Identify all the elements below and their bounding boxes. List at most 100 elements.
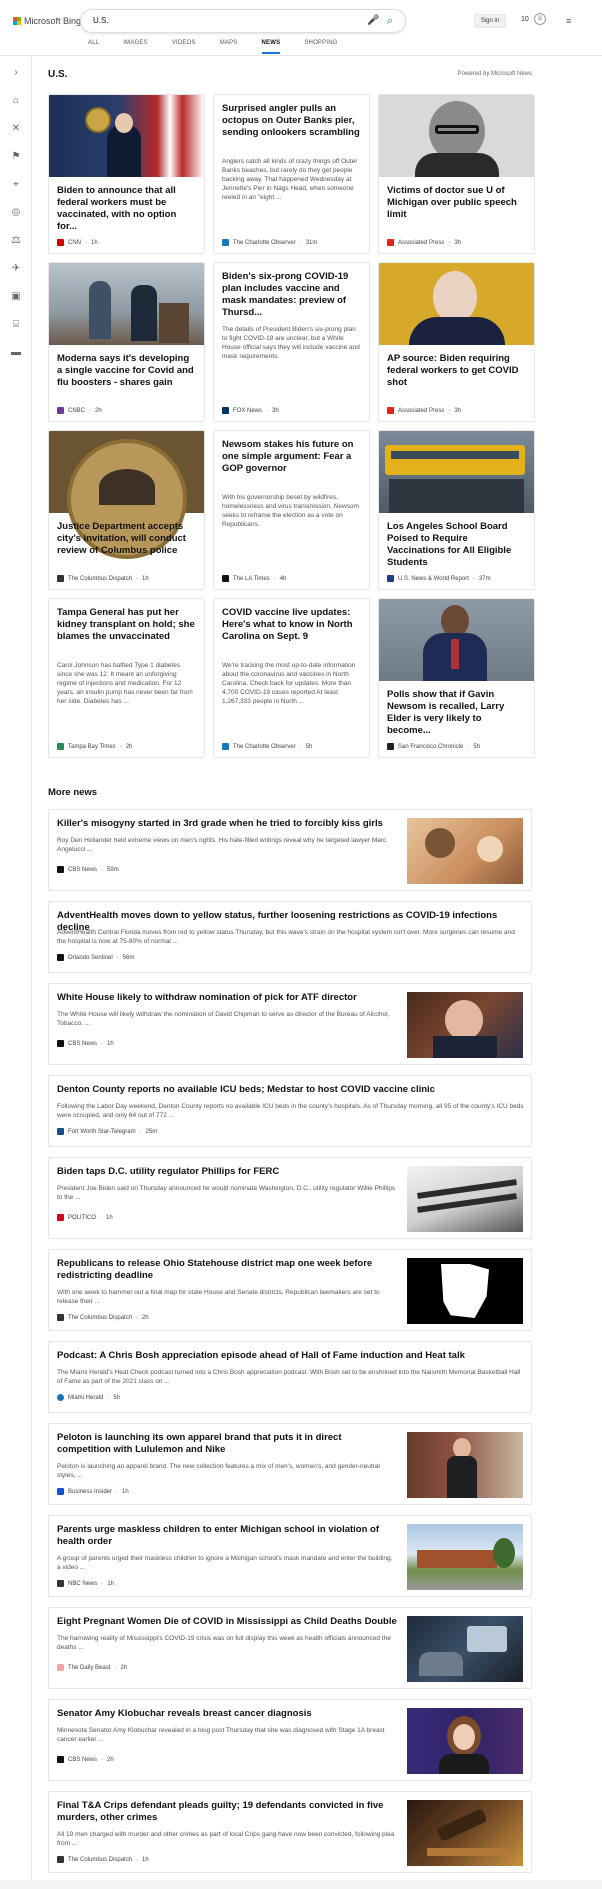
card-description: With his governorship beset by wildfires… bbox=[222, 494, 359, 528]
list-item[interactable]: Denton County reports no available ICU b… bbox=[48, 1075, 532, 1147]
search-input[interactable]: U.S. bbox=[93, 16, 109, 25]
list-item-source[interactable]: CBS News · 59m bbox=[57, 866, 119, 873]
rewards-count[interactable]: 10 bbox=[521, 16, 529, 23]
list-item-title[interactable]: Podcast: A Chris Bosh appreciation episo… bbox=[57, 1350, 517, 1362]
list-item-source[interactable]: The Daily Beast · 2h bbox=[57, 1664, 127, 1671]
tab-maps[interactable]: MAPS bbox=[220, 40, 238, 54]
news-card[interactable]: Surprised angler pulls an octopus on Out… bbox=[213, 94, 370, 254]
list-item[interactable]: Killer's misogyny started in 3rd grade w… bbox=[48, 809, 532, 891]
card-title[interactable]: Tampa General has put her kidney transpl… bbox=[57, 607, 197, 655]
card-source[interactable]: Associated Press · 3h bbox=[387, 407, 461, 414]
flag-icon[interactable]: ⚑ bbox=[9, 150, 23, 164]
card-title[interactable]: COVID vaccine live updates: Here's what … bbox=[222, 607, 362, 655]
card-title[interactable]: AP source: Biden requiring federal worke… bbox=[387, 353, 527, 401]
card-title[interactable]: Surprised angler pulls an octopus on Out… bbox=[222, 103, 362, 151]
card-source[interactable]: The Columbus Dispatch · 1h bbox=[57, 575, 149, 582]
news-card[interactable]: COVID vaccine live updates: Here's what … bbox=[213, 598, 370, 758]
microphone-icon[interactable]: 🎤 bbox=[367, 15, 379, 27]
card-icon[interactable]: ▬ bbox=[9, 346, 23, 360]
globe-icon[interactable]: ◎ bbox=[9, 206, 23, 220]
list-item-source[interactable]: The Columbus Dispatch · 2h bbox=[57, 1314, 149, 1321]
card-source[interactable]: CNN · 1h bbox=[57, 239, 98, 246]
rocket-icon[interactable]: ✈ bbox=[9, 262, 23, 276]
business-insider-logo-icon bbox=[57, 1488, 64, 1495]
news-card[interactable]: Justice Department accepts city's invita… bbox=[48, 430, 205, 590]
news-card[interactable]: Biden to announce that all federal worke… bbox=[48, 94, 205, 254]
list-item[interactable]: Peloton is launching its own apparel bra… bbox=[48, 1423, 532, 1505]
list-item-title[interactable]: Parents urge maskless children to enter … bbox=[57, 1524, 397, 1548]
home-icon[interactable]: ⌂ bbox=[9, 94, 23, 108]
search-box[interactable]: U.S. 🎤 ⌕ bbox=[80, 9, 406, 33]
list-item-title[interactable]: Peloton is launching its own apparel bra… bbox=[57, 1432, 397, 1456]
expand-chevron-icon[interactable]: › bbox=[9, 66, 23, 80]
list-item-source[interactable]: Business Insider · 1h bbox=[57, 1488, 129, 1495]
sign-in-button[interactable]: Sign in bbox=[474, 14, 506, 28]
list-item-source[interactable]: CBS News · 1h bbox=[57, 1040, 114, 1047]
location-icon[interactable]: ⌖ bbox=[9, 178, 23, 192]
card-source[interactable]: San Francisco Chronicle · 5h bbox=[387, 743, 480, 750]
bank-icon[interactable]: ⌸ bbox=[9, 318, 23, 332]
list-item-source[interactable]: Miami Herald · 5h bbox=[57, 1394, 120, 1401]
list-item[interactable]: Senator Amy Klobuchar reveals breast can… bbox=[48, 1699, 532, 1781]
list-item-title[interactable]: Biden taps D.C. utility regulator Philli… bbox=[57, 1166, 407, 1178]
news-card[interactable]: Polls show that if Gavin Newsom is recal… bbox=[378, 598, 535, 758]
list-item-source[interactable]: The Columbus Dispatch · 1h bbox=[57, 1856, 149, 1863]
card-title[interactable]: Los Angeles School Board Poised to Requi… bbox=[387, 521, 527, 569]
list-item-title[interactable]: White House likely to withdraw nominatio… bbox=[57, 992, 407, 1004]
news-card[interactable]: AP source: Biden requiring federal worke… bbox=[378, 262, 535, 422]
search-icon[interactable]: ⌕ bbox=[383, 14, 397, 28]
card-source[interactable]: FOX News · 3h bbox=[222, 407, 279, 414]
card-source[interactable]: The Charlotte Observer · 5h bbox=[222, 743, 312, 750]
list-item[interactable]: Eight Pregnant Women Die of COVID in Mis… bbox=[48, 1607, 532, 1689]
card-source[interactable]: Tampa Bay Times · 2h bbox=[57, 743, 132, 750]
list-item-title[interactable]: Denton County reports no available ICU b… bbox=[57, 1084, 517, 1096]
scales-icon[interactable]: ⚖ bbox=[9, 234, 23, 248]
card-source[interactable]: U.S. News & World Report · 37m bbox=[387, 575, 491, 582]
card-source[interactable]: The LA Times · 4h bbox=[222, 575, 286, 582]
list-item-title[interactable]: Eight Pregnant Women Die of COVID in Mis… bbox=[57, 1616, 407, 1628]
list-item[interactable]: Podcast: A Chris Bosh appreciation episo… bbox=[48, 1341, 532, 1413]
trending-icon[interactable]: ✕ bbox=[9, 122, 23, 136]
card-title[interactable]: Moderna says it's developing a single va… bbox=[57, 353, 197, 401]
news-card[interactable]: Moderna says it's developing a single va… bbox=[48, 262, 205, 422]
news-card[interactable]: Victims of doctor sue U of Michigan over… bbox=[378, 94, 535, 254]
news-card[interactable]: Los Angeles School Board Poised to Requi… bbox=[378, 430, 535, 590]
tab-all[interactable]: ALL bbox=[88, 40, 99, 54]
list-item[interactable]: Final T&A Crips defendant pleads guilty;… bbox=[48, 1791, 532, 1873]
list-item[interactable]: Biden taps D.C. utility regulator Philli… bbox=[48, 1157, 532, 1239]
list-item[interactable]: White House likely to withdraw nominatio… bbox=[48, 983, 532, 1065]
list-item-title[interactable]: Killer's misogyny started in 3rd grade w… bbox=[57, 818, 407, 830]
card-title[interactable]: Victims of doctor sue U of Michigan over… bbox=[387, 185, 527, 233]
list-item-source[interactable]: Orlando Sentinel · 56m bbox=[57, 954, 134, 961]
card-title[interactable]: Justice Department accepts city's invita… bbox=[57, 521, 197, 569]
card-title[interactable]: Biden to announce that all federal worke… bbox=[57, 185, 197, 233]
rewards-trophy-icon[interactable]: ♕ bbox=[534, 13, 546, 25]
list-item-source[interactable]: POLITICO · 1h bbox=[57, 1214, 113, 1221]
list-item-source[interactable]: Fort Worth Star-Telegram · 25m bbox=[57, 1128, 157, 1135]
tab-shopping[interactable]: SHOPPING bbox=[304, 40, 337, 54]
tab-videos[interactable]: VIDEOS bbox=[172, 40, 196, 54]
card-title[interactable]: Biden's six-prong COVID-19 plan includes… bbox=[222, 271, 362, 319]
list-item[interactable]: Parents urge maskless children to enter … bbox=[48, 1515, 532, 1597]
tab-images[interactable]: IMAGES bbox=[123, 40, 148, 54]
list-item-source[interactable]: CBS News · 2h bbox=[57, 1756, 114, 1763]
list-item[interactable]: AdventHealth moves down to yellow status… bbox=[48, 901, 532, 973]
list-item-title[interactable]: Senator Amy Klobuchar reveals breast can… bbox=[57, 1708, 407, 1720]
news-card[interactable]: Biden's six-prong COVID-19 plan includes… bbox=[213, 262, 370, 422]
tab-news[interactable]: NEWS bbox=[261, 40, 281, 54]
list-item[interactable]: Republicans to release Ohio Statehouse d… bbox=[48, 1249, 532, 1331]
card-source[interactable]: Associated Press · 3h bbox=[387, 239, 461, 246]
card-title[interactable]: Polls show that if Gavin Newsom is recal… bbox=[387, 689, 527, 737]
bing-logo[interactable]: Microsoft Bing bbox=[13, 16, 81, 26]
news-card[interactable]: Newsom stakes his future on one simple a… bbox=[213, 430, 370, 590]
list-item-title[interactable]: Final T&A Crips defendant pleads guilty;… bbox=[57, 1800, 397, 1824]
hamburger-menu-icon[interactable]: ≡ bbox=[566, 16, 571, 26]
charlotte-observer-logo-icon bbox=[222, 743, 229, 750]
card-source[interactable]: CNBC · 2h bbox=[57, 407, 102, 414]
news-card[interactable]: Tampa General has put her kidney transpl… bbox=[48, 598, 205, 758]
entertainment-icon[interactable]: ▣ bbox=[9, 290, 23, 304]
card-title[interactable]: Newsom stakes his future on one simple a… bbox=[222, 439, 362, 487]
list-item-source[interactable]: NBC News · 1h bbox=[57, 1580, 114, 1587]
card-source[interactable]: The Charlotte Observer · 31m bbox=[222, 239, 317, 246]
list-item-title[interactable]: Republicans to release Ohio Statehouse d… bbox=[57, 1258, 397, 1282]
